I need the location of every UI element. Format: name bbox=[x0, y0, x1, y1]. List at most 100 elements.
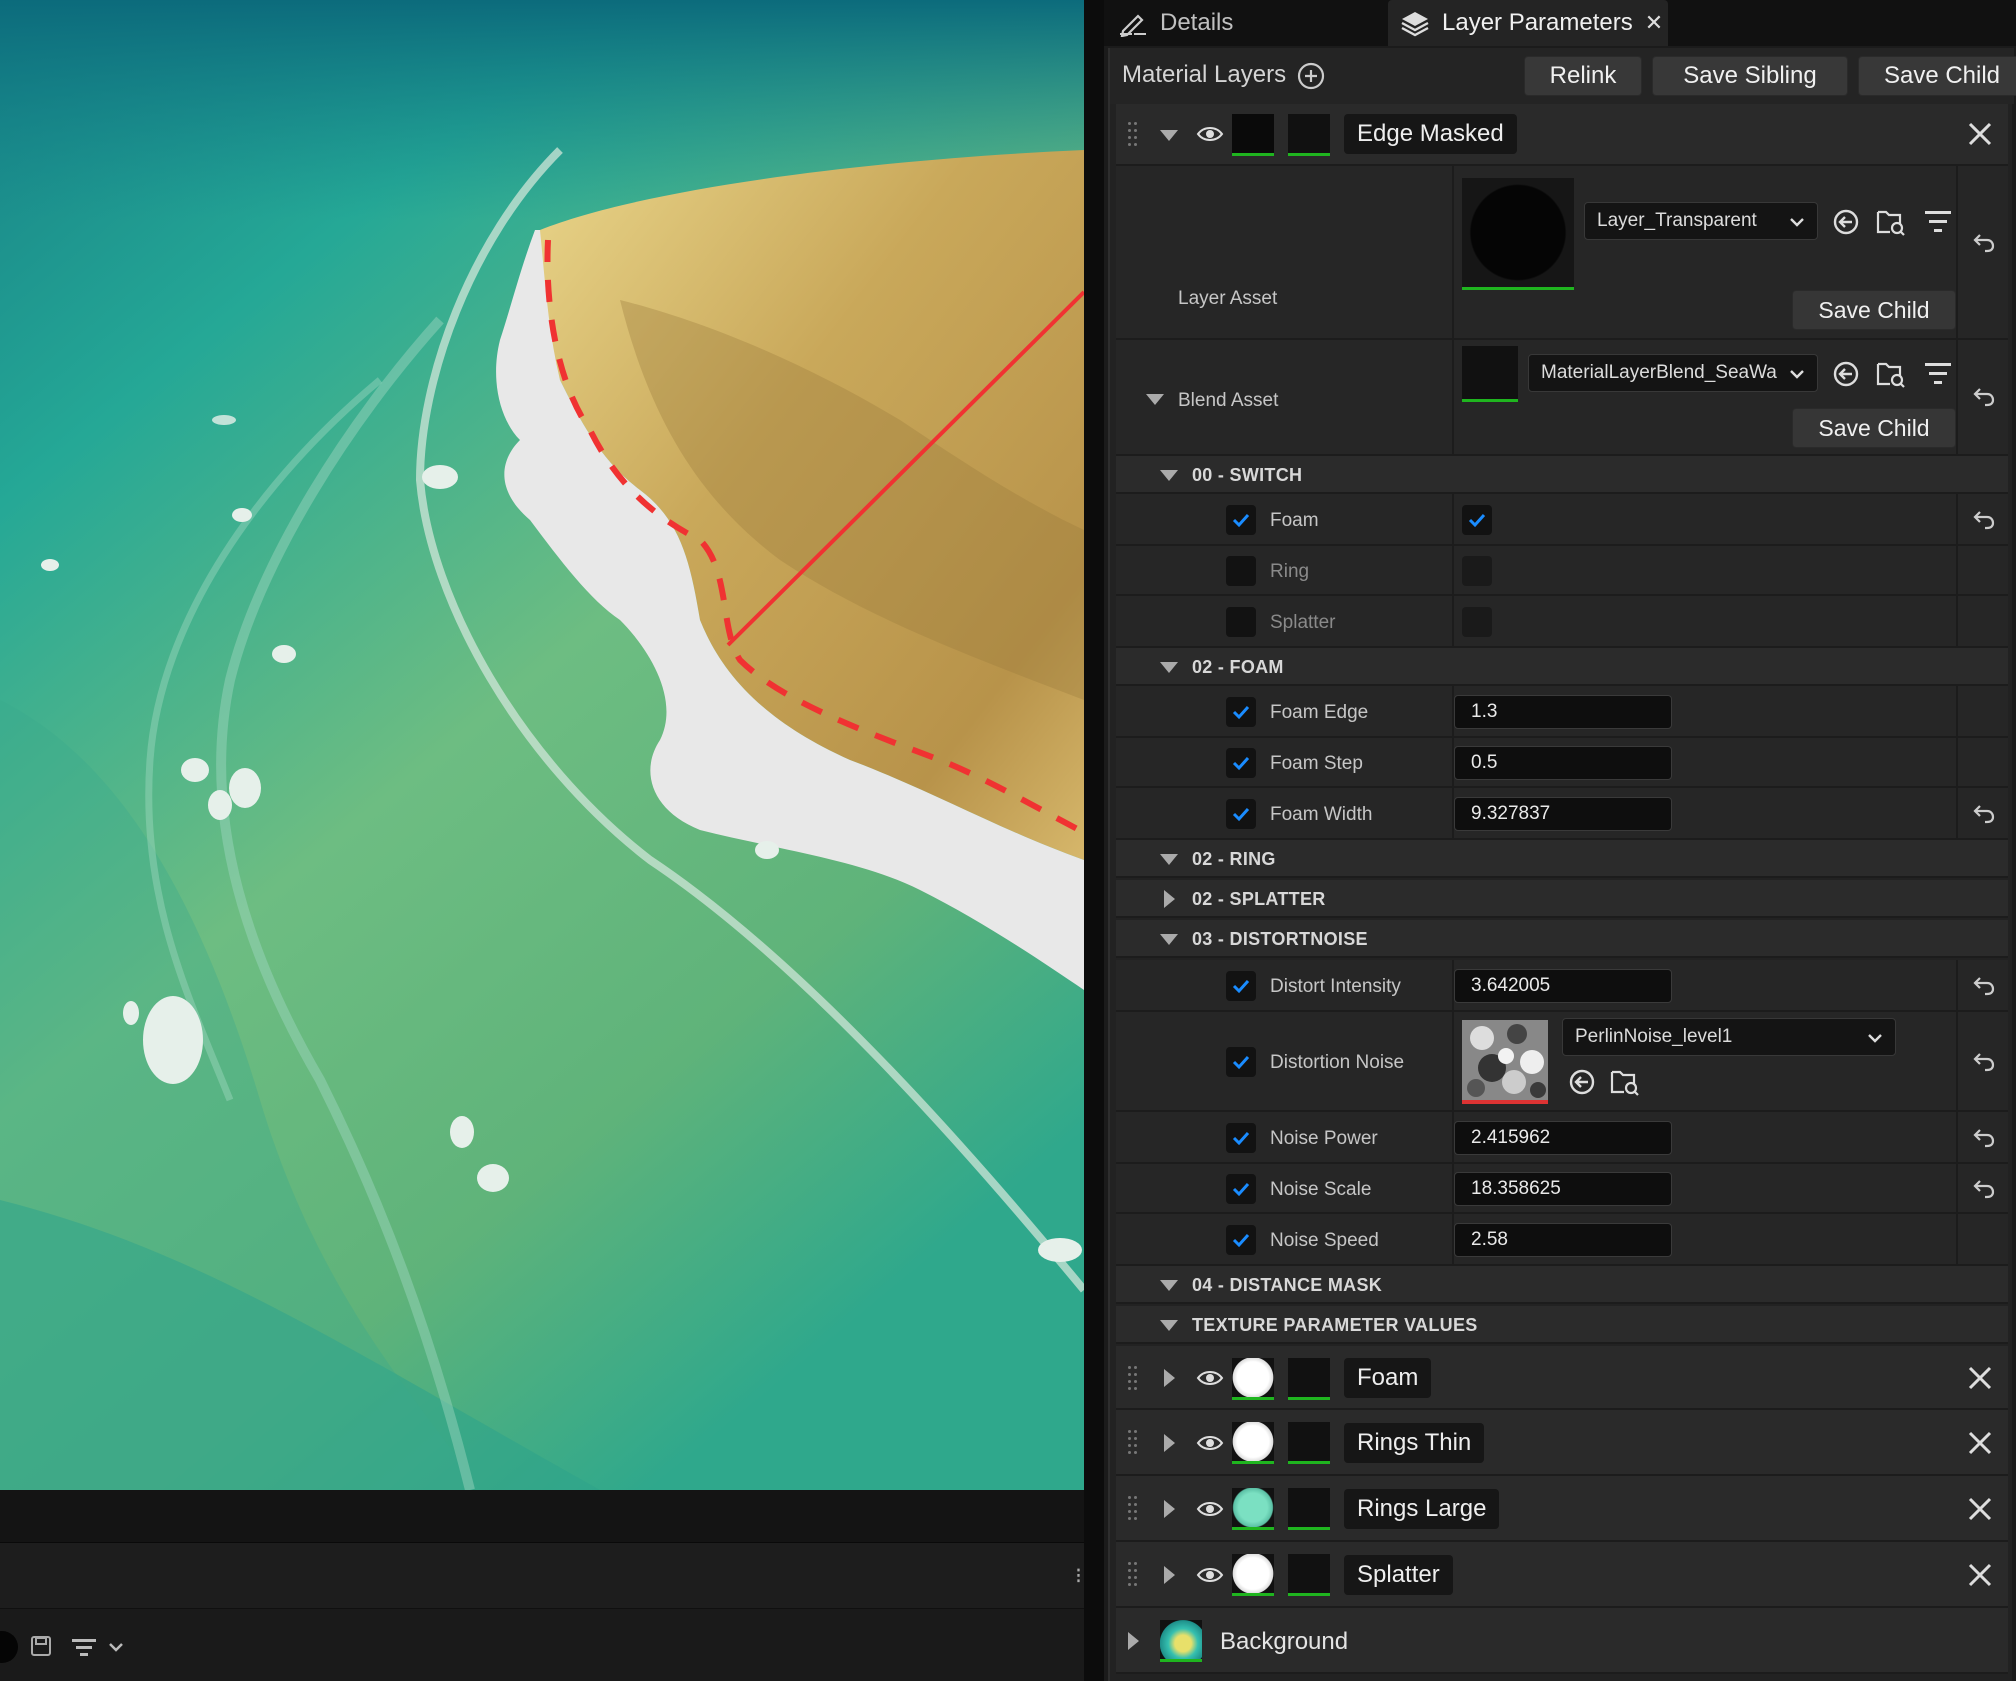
visibility-eye-icon[interactable] bbox=[1196, 1565, 1224, 1585]
group-distance-mask[interactable]: 04 - DISTANCE MASK bbox=[1116, 1266, 2008, 1304]
tab-layer-parameters[interactable]: Layer Parameters ✕ bbox=[1388, 0, 1668, 46]
group-splatter[interactable]: 02 - SPLATTER bbox=[1116, 880, 2008, 918]
remove-layer-icon[interactable] bbox=[1964, 1427, 1996, 1459]
group-ring[interactable]: 02 - RING bbox=[1116, 840, 2008, 878]
layer-name[interactable]: Rings Thin bbox=[1344, 1423, 1485, 1463]
override-checkbox[interactable] bbox=[1226, 748, 1256, 778]
drag-handle-icon[interactable] bbox=[1128, 122, 1138, 148]
override-checkbox[interactable] bbox=[1226, 607, 1256, 637]
layer-name[interactable]: Edge Masked bbox=[1344, 114, 1517, 154]
override-checkbox[interactable] bbox=[1226, 697, 1256, 727]
drag-handle-icon[interactable] bbox=[1128, 1562, 1138, 1588]
foam-step-input[interactable]: 0.5 bbox=[1454, 746, 1672, 780]
expand-arrow-icon[interactable] bbox=[1128, 1632, 1139, 1650]
remove-layer-icon[interactable] bbox=[1964, 1362, 1996, 1394]
layer-row-splatter[interactable]: Splatter bbox=[1116, 1542, 2008, 1608]
save-child-button[interactable]: Save Child bbox=[1858, 56, 2016, 96]
visibility-eye-icon[interactable] bbox=[1196, 1433, 1224, 1453]
collapse-arrow-icon[interactable] bbox=[1160, 934, 1178, 945]
distort-intensity-input[interactable]: 3.642005 bbox=[1454, 969, 1672, 1003]
expand-arrow-icon[interactable] bbox=[1164, 1434, 1175, 1452]
group-foam[interactable]: 02 - FOAM bbox=[1116, 648, 2008, 686]
layer-row-foam[interactable]: Foam bbox=[1116, 1346, 2008, 1410]
noise-scale-input[interactable]: 18.358625 bbox=[1454, 1172, 1672, 1206]
override-checkbox[interactable] bbox=[1226, 556, 1256, 586]
layer-row-rings-large[interactable]: Rings Large bbox=[1116, 1476, 2008, 1542]
foam-edge-input[interactable]: 1.3 bbox=[1454, 695, 1672, 729]
browse-folder-icon[interactable] bbox=[1610, 1068, 1640, 1096]
layer-name[interactable]: Rings Large bbox=[1344, 1489, 1500, 1529]
viewport[interactable] bbox=[0, 0, 1084, 1490]
override-checkbox[interactable] bbox=[1226, 799, 1256, 829]
override-checkbox[interactable] bbox=[1226, 971, 1256, 1001]
filter-icon[interactable] bbox=[1924, 210, 1952, 234]
splitter-grip-icon[interactable]: ⁝ bbox=[1075, 1563, 1082, 1589]
expand-arrow-icon[interactable] bbox=[1146, 394, 1164, 405]
override-checkbox[interactable] bbox=[1226, 1225, 1256, 1255]
reset-to-default-icon[interactable] bbox=[1972, 1051, 1996, 1073]
ring-switch-checkbox[interactable] bbox=[1462, 556, 1492, 586]
foam-switch-checkbox[interactable] bbox=[1462, 505, 1492, 535]
use-selected-asset-icon[interactable] bbox=[1832, 360, 1860, 388]
remove-layer-icon[interactable] bbox=[1964, 118, 1996, 150]
use-selected-asset-icon[interactable] bbox=[1568, 1068, 1596, 1096]
reset-to-default-icon[interactable] bbox=[1972, 803, 1996, 825]
drag-handle-icon[interactable] bbox=[1128, 1430, 1138, 1456]
save-icon[interactable] bbox=[31, 1636, 51, 1656]
drag-handle-icon[interactable] bbox=[1128, 1366, 1138, 1392]
filter-icon[interactable] bbox=[1924, 362, 1952, 386]
close-tab-icon[interactable]: ✕ bbox=[1645, 10, 1663, 36]
reset-to-default-icon[interactable] bbox=[1972, 1178, 1996, 1200]
collapse-arrow-icon[interactable] bbox=[1160, 1320, 1178, 1331]
visibility-eye-icon[interactable] bbox=[1196, 1499, 1224, 1519]
record-icon[interactable] bbox=[0, 1631, 18, 1663]
tab-details[interactable]: Details bbox=[1112, 0, 1412, 46]
collapse-arrow-icon[interactable] bbox=[1160, 1280, 1178, 1291]
reset-to-default-icon[interactable] bbox=[1972, 232, 1996, 254]
expand-arrow-icon[interactable] bbox=[1164, 1566, 1175, 1584]
noise-speed-input[interactable]: 2.58 bbox=[1454, 1223, 1672, 1257]
group-switch[interactable]: 00 - SWITCH bbox=[1116, 456, 2008, 494]
visibility-eye-icon[interactable] bbox=[1196, 124, 1224, 144]
panel-divider[interactable] bbox=[1084, 0, 1104, 1681]
blend-asset-combo[interactable]: MaterialLayerBlend_SeaWa bbox=[1528, 354, 1818, 392]
override-checkbox[interactable] bbox=[1226, 505, 1256, 535]
noise-power-input[interactable]: 2.415962 bbox=[1454, 1121, 1672, 1155]
layer-row-background[interactable]: Background bbox=[1116, 1608, 2008, 1674]
expand-arrow-icon[interactable] bbox=[1164, 1500, 1175, 1518]
save-sibling-button[interactable]: Save Sibling bbox=[1652, 56, 1848, 96]
drag-handle-icon[interactable] bbox=[1128, 1496, 1138, 1522]
override-checkbox[interactable] bbox=[1226, 1174, 1256, 1204]
splatter-switch-checkbox[interactable] bbox=[1462, 607, 1492, 637]
layer-row-edge-masked[interactable]: Edge Masked bbox=[1116, 104, 2008, 166]
reset-to-default-icon[interactable] bbox=[1972, 975, 1996, 997]
group-texture-parameter-values[interactable]: TEXTURE PARAMETER VALUES bbox=[1116, 1306, 2008, 1344]
browse-folder-icon[interactable] bbox=[1876, 208, 1906, 236]
reset-to-default-icon[interactable] bbox=[1972, 1127, 1996, 1149]
remove-layer-icon[interactable] bbox=[1964, 1493, 1996, 1525]
override-checkbox[interactable] bbox=[1226, 1047, 1256, 1077]
relink-button[interactable]: Relink bbox=[1524, 56, 1642, 96]
collapse-arrow-icon[interactable] bbox=[1160, 470, 1178, 481]
remove-layer-icon[interactable] bbox=[1964, 1559, 1996, 1591]
distortion-noise-combo[interactable]: PerlinNoise_level1 bbox=[1562, 1018, 1896, 1056]
layer-row-rings-thin[interactable]: Rings Thin bbox=[1116, 1410, 2008, 1476]
layer-name[interactable]: Foam bbox=[1344, 1358, 1432, 1398]
collapse-arrow-icon[interactable] bbox=[1160, 130, 1178, 141]
foam-width-input[interactable]: 9.327837 bbox=[1454, 797, 1672, 831]
layer-name[interactable]: Splatter bbox=[1344, 1555, 1453, 1595]
layer-asset-save-child-button[interactable]: Save Child bbox=[1792, 290, 1956, 330]
override-checkbox[interactable] bbox=[1226, 1123, 1256, 1153]
add-layer-icon[interactable] bbox=[1296, 61, 1326, 91]
browse-folder-icon[interactable] bbox=[1876, 360, 1906, 388]
layer-asset-combo[interactable]: Layer_Transparent bbox=[1584, 202, 1818, 240]
reset-to-default-icon[interactable] bbox=[1972, 509, 1996, 531]
use-selected-asset-icon[interactable] bbox=[1832, 208, 1860, 236]
filter-dropdown-icon[interactable] bbox=[72, 1637, 132, 1657]
group-distortnoise[interactable]: 03 - DISTORTNOISE bbox=[1116, 920, 2008, 958]
expand-arrow-icon[interactable] bbox=[1164, 890, 1175, 908]
visibility-eye-icon[interactable] bbox=[1196, 1368, 1224, 1388]
blend-asset-save-child-button[interactable]: Save Child bbox=[1792, 408, 1956, 448]
reset-to-default-icon[interactable] bbox=[1972, 386, 1996, 408]
expand-arrow-icon[interactable] bbox=[1164, 1369, 1175, 1387]
